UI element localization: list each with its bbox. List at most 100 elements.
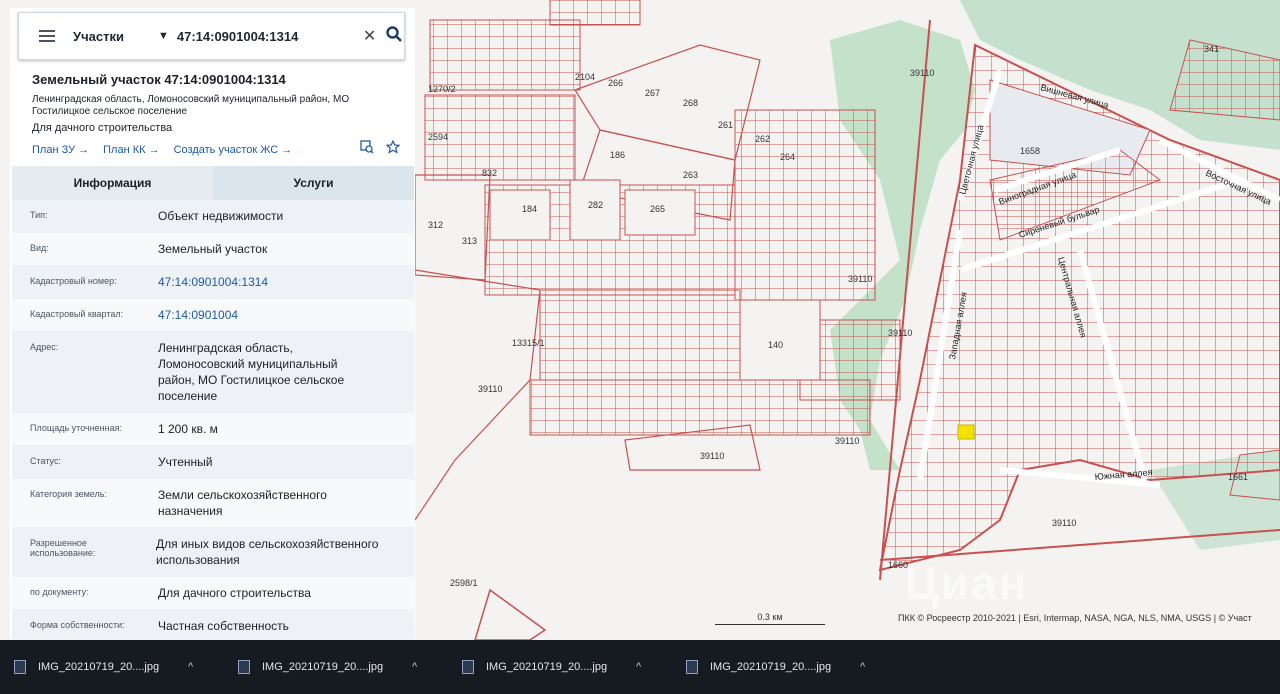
map-attribution: ПКК © Росреестр 2010-2021 | Esri, Interm…: [898, 613, 1252, 623]
locate-icon[interactable]: [360, 140, 374, 159]
field-label: Статус:: [30, 456, 61, 466]
map-label: 39110: [910, 68, 934, 78]
map-label: 1658: [1020, 146, 1040, 156]
table-row: по документу: Для дачного строительства: [12, 577, 414, 610]
tab-bar: Информация Услуги: [12, 166, 414, 200]
tab-info[interactable]: Информация: [12, 166, 213, 200]
map-label: 39110: [848, 274, 872, 284]
field-value: Для дачного строительства: [158, 586, 311, 600]
map-label: 2104: [575, 72, 595, 82]
download-item[interactable]: IMG_20210719_20....jpg ^: [462, 660, 672, 674]
map-label: 184: [522, 204, 537, 214]
star-icon[interactable]: [385, 139, 401, 159]
field-label: Адрес:: [30, 342, 59, 352]
file-icon: [238, 660, 250, 674]
parcel-purpose: Для дачного строительства: [32, 122, 173, 134]
tab-services[interactable]: Услуги: [213, 166, 414, 200]
field-label: по документу:: [30, 587, 89, 597]
watermark: Циан: [905, 557, 1029, 609]
download-filename: IMG_20210719_20....jpg: [262, 661, 384, 673]
table-row: Категория земель: Земли сельскохозяйствен…: [12, 479, 414, 528]
map-label: 39110: [1052, 518, 1076, 528]
table-row: Разрешенное использование: Для иных видов…: [12, 528, 414, 577]
field-value: Земельный участок: [158, 242, 268, 256]
scale-label: 0.3 км: [757, 612, 783, 622]
search-icon[interactable]: [386, 25, 403, 47]
create-parcel-link[interactable]: Создать участок ЖС →: [174, 144, 293, 156]
parcel-actions: [360, 139, 401, 159]
close-icon[interactable]: ✕: [363, 26, 376, 46]
download-filename: IMG_20210719_20....jpg: [38, 661, 160, 673]
table-row: Кадастровый квартал: 47:14:0901004: [12, 299, 414, 332]
chevron-up-icon[interactable]: ^: [860, 661, 865, 673]
field-label: Вид:: [30, 243, 49, 253]
search-input[interactable]: 47:14:0901004:1314: [177, 29, 357, 44]
table-row: Вид: Земельный участок: [12, 233, 414, 266]
chevron-up-icon[interactable]: ^: [412, 661, 417, 673]
table-row: Тип: Объект недвижимости: [12, 200, 414, 233]
table-row: Адрес: Ленинградская область, Ломоносовск…: [12, 332, 414, 413]
chevron-up-icon[interactable]: ^: [188, 661, 193, 673]
map-label: 186: [610, 150, 625, 160]
field-value: Частная собственность: [158, 619, 289, 633]
download-item[interactable]: IMG_20210719_20....jpg ^: [238, 660, 448, 674]
parcel-title: Земельный участок 47:14:0901004:1314: [32, 72, 286, 87]
download-item[interactable]: IMG_20210719_20....jpg ^: [686, 660, 896, 674]
chevron-up-icon[interactable]: ^: [636, 661, 641, 673]
chevron-down-icon[interactable]: ▼: [158, 30, 169, 42]
map-label: 1661: [1228, 472, 1248, 482]
download-filename: IMG_20210719_20....jpg: [486, 661, 608, 673]
map-label: 13315/1: [512, 338, 545, 348]
map-label: 268: [683, 98, 698, 108]
field-label: Форма собственности:: [30, 620, 125, 630]
map-label: 266: [608, 78, 623, 88]
menu-icon[interactable]: [39, 27, 55, 45]
map-label: 313: [462, 236, 477, 246]
scale-bar: 0.3 км: [715, 612, 825, 625]
map-label: 265: [650, 204, 665, 214]
map-label: 261: [718, 120, 733, 130]
map-label: 267: [645, 88, 660, 98]
cadastral-number-link[interactable]: 47:14:0901004:1314: [142, 266, 414, 298]
map-label: 2594: [428, 132, 448, 142]
field-label: Кадастровый номер:: [30, 276, 117, 286]
parcel-address: Ленинградская область, Ломоносовский мун…: [32, 94, 350, 117]
attribute-table: Тип: Объект недвижимости Вид: Земельный уч…: [12, 200, 414, 643]
table-row: Форма собственности: Частная собственност…: [12, 610, 414, 643]
table-row: Статус: Учтенный: [12, 446, 414, 479]
map-label: 262: [755, 134, 770, 144]
plan-kk-link[interactable]: План КК →: [103, 144, 159, 156]
map-label: 140: [768, 340, 783, 350]
download-filename: IMG_20210719_20....jpg: [710, 661, 832, 673]
field-label: Тип:: [30, 210, 48, 220]
field-value: Для иных видов сельскохозяйственного исп…: [156, 537, 379, 567]
map-label: 832: [482, 168, 497, 178]
table-row: Кадастровый номер: 47:14:0901004:1314: [12, 266, 414, 299]
map-label: 39110: [835, 436, 859, 446]
map-label: 263: [683, 170, 698, 180]
field-label: Площадь уточненная:: [30, 423, 122, 433]
layer-select[interactable]: Участки: [73, 29, 124, 44]
file-icon: [462, 660, 474, 674]
field-value: Земли сельскохозяйственного назначения: [158, 488, 327, 518]
selected-parcel: [957, 424, 975, 440]
map-label: 312: [428, 220, 443, 230]
field-label: Категория земель:: [30, 489, 107, 499]
map-label: 39110: [478, 384, 502, 394]
parcel-links: План ЗУ → План КК → Создать участок ЖС →: [32, 144, 292, 156]
field-value: Ленинградская область, Ломоносовский мун…: [158, 341, 345, 403]
screen: 39110 39110 39110 39110 39110 39110 3911…: [0, 0, 1280, 694]
map-label: 341: [1204, 44, 1219, 54]
cadastral-quarter-link[interactable]: 47:14:0901004: [142, 299, 414, 331]
map-label: 1270/2: [428, 84, 456, 94]
map-label: 39110: [700, 451, 724, 461]
map-label: 2598/1: [450, 578, 478, 588]
scale-line: [715, 624, 825, 625]
download-bar: IMG_20210719_20....jpg ^ IMG_20210719_20.…: [0, 640, 1280, 694]
download-item[interactable]: IMG_20210719_20....jpg ^: [14, 660, 224, 674]
table-row: Площадь уточненная: 1 200 кв. м: [12, 413, 414, 446]
search-bar: Участки ▼ 47:14:0901004:1314 ✕: [18, 12, 405, 60]
plan-zu-link[interactable]: План ЗУ →: [32, 144, 89, 156]
field-value: Объект недвижимости: [158, 209, 284, 223]
field-value: 1 200 кв. м: [158, 422, 218, 436]
